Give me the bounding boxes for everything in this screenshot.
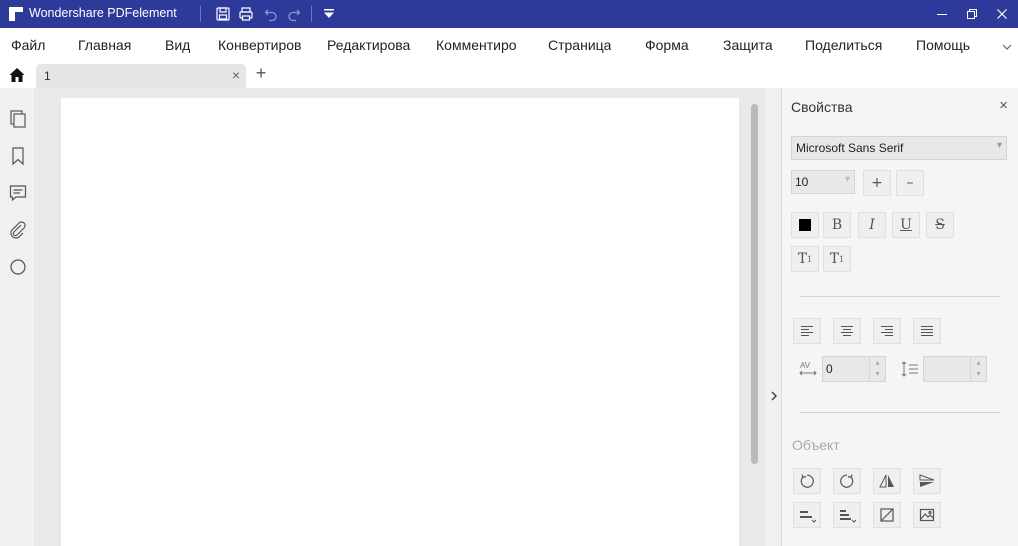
align-center-button[interactable] (833, 318, 861, 344)
menu-share[interactable]: Поделиться (805, 37, 882, 53)
justify-button[interactable] (913, 318, 941, 344)
character-spacing-field[interactable]: 0 ▴ ▾ (822, 356, 886, 382)
flip-vertical-button[interactable] (913, 468, 941, 494)
line-spacing-icon (900, 360, 920, 378)
bookmark-icon[interactable] (7, 145, 29, 167)
font-family-value: Microsoft Sans Serif (796, 141, 904, 155)
print-icon[interactable] (237, 5, 255, 23)
font-size-value: 10 (795, 175, 809, 189)
menu-protect[interactable]: Защита (723, 37, 773, 53)
menu-page[interactable]: Страница (548, 37, 611, 53)
italic-button[interactable]: I (858, 212, 886, 238)
redo-icon[interactable] (285, 5, 303, 23)
object-section-label: Объект (792, 437, 840, 453)
app-logo-icon (9, 7, 23, 21)
app-title: Wondershare PDFelement (29, 6, 177, 20)
decrease-font-size-button[interactable]: – (896, 170, 924, 196)
dropdown-arrow-icon: ▾ (844, 174, 850, 185)
dropdown-arrow-icon: ▾ (996, 140, 1002, 151)
menu-bar: Файл Главная Вид Конвертиров Редактирова… (0, 28, 1018, 62)
search-icon[interactable] (7, 256, 29, 278)
title-bar: Wondershare PDFelement (0, 0, 1018, 28)
spinner-arrows-icon[interactable]: ▴ ▾ (869, 357, 885, 381)
character-spacing-icon: AV (798, 360, 818, 378)
flip-horizontal-button[interactable] (873, 468, 901, 494)
document-tab[interactable]: 1 × (36, 64, 246, 88)
tab-label: 1 (44, 69, 51, 83)
align-left-button[interactable] (793, 318, 821, 344)
collapse-right-panel-icon[interactable] (767, 386, 781, 406)
text-color-button[interactable] (791, 212, 819, 238)
rotate-right-button[interactable] (833, 468, 861, 494)
font-family-select[interactable]: Microsoft Sans Serif ▾ (791, 136, 1007, 160)
align-objects-button[interactable] (793, 502, 821, 528)
close-panel-icon[interactable]: × (999, 97, 1008, 114)
menu-edit[interactable]: Редактирова (327, 37, 420, 53)
minimize-button[interactable] (925, 0, 959, 28)
customize-quick-access-icon[interactable] (320, 5, 338, 23)
rotate-left-button[interactable] (793, 468, 821, 494)
strikethrough-button[interactable]: S (926, 212, 954, 238)
menu-view[interactable]: Вид (165, 37, 190, 53)
menu-file[interactable]: Файл (11, 37, 45, 53)
menu-convert[interactable]: Конвертиров (218, 37, 311, 53)
line-spacing-field[interactable]: ▴ ▾ (923, 356, 987, 382)
home-icon[interactable] (7, 65, 27, 85)
maximize-button[interactable] (955, 0, 989, 28)
menu-comment[interactable]: Комментиро (436, 37, 528, 53)
undo-icon[interactable] (262, 5, 280, 23)
crop-button[interactable] (873, 502, 901, 528)
spinner-arrows-icon[interactable]: ▴ ▾ (970, 357, 986, 381)
tab-close-icon[interactable]: × (232, 67, 240, 83)
character-spacing-value: 0 (826, 362, 833, 376)
chevron-down-icon[interactable] (1000, 40, 1014, 54)
align-right-button[interactable] (873, 318, 901, 344)
divider (800, 296, 1000, 297)
divider (311, 6, 312, 22)
document-viewport (37, 88, 781, 546)
divider (200, 6, 201, 22)
menu-home[interactable]: Главная (78, 37, 131, 53)
vertical-scrollbar[interactable] (751, 104, 758, 464)
replace-image-button[interactable] (913, 502, 941, 528)
font-size-select[interactable]: 10 ▾ (791, 170, 855, 194)
distribute-objects-button[interactable] (833, 502, 861, 528)
right-panel-toggle-strip (766, 88, 781, 546)
attachment-icon[interactable] (7, 219, 29, 241)
increase-font-size-button[interactable]: + (863, 170, 891, 196)
left-sidebar (0, 88, 47, 546)
save-icon[interactable] (214, 5, 232, 23)
divider (800, 412, 1000, 413)
close-window-button[interactable] (985, 0, 1018, 28)
svg-text:AV: AV (800, 361, 811, 370)
menu-form[interactable]: Форма (645, 37, 689, 53)
menu-help[interactable]: Помощь (916, 37, 970, 53)
properties-panel: Свойства × Microsoft Sans Serif ▾ 10 ▾ +… (781, 88, 1018, 546)
tab-row: 1 × + (0, 62, 1018, 88)
new-tab-button[interactable]: + (252, 63, 270, 84)
color-swatch-icon (799, 219, 811, 231)
subscript-button[interactable]: T1 (823, 246, 851, 272)
pdf-page[interactable] (61, 98, 739, 546)
superscript-button[interactable]: T1 (791, 246, 819, 272)
comment-icon[interactable] (7, 182, 29, 204)
bold-button[interactable]: B (823, 212, 851, 238)
panel-title: Свойства (791, 99, 853, 115)
pages-icon[interactable] (7, 108, 29, 130)
underline-button[interactable]: U (892, 212, 920, 238)
